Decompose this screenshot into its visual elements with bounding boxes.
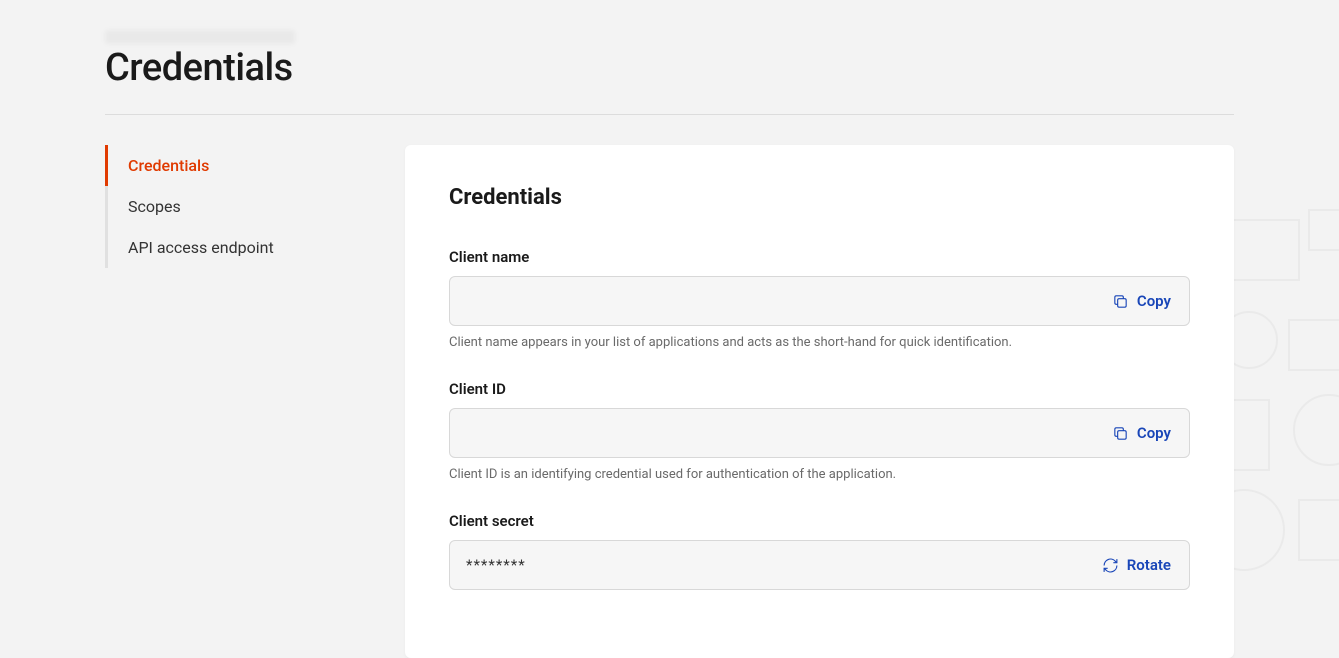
sidebar-item-label: Scopes [128, 197, 181, 216]
copy-label: Copy [1137, 292, 1171, 310]
field-client-secret: Client secret ******** Rotate [449, 512, 1190, 590]
main-card: Credentials Client name Copy Client nam [405, 145, 1234, 658]
field-label: Client name [449, 248, 1190, 266]
copy-label: Copy [1137, 424, 1171, 442]
page-title: Credentials [105, 46, 1234, 90]
section-title: Credentials [449, 185, 1190, 210]
field-help: Client ID is an identifying credential u… [449, 466, 1190, 484]
field-help: Client name appears in your list of appl… [449, 334, 1190, 352]
breadcrumb [105, 30, 295, 44]
copy-client-name-button[interactable]: Copy [1110, 288, 1173, 314]
sidebar-item-credentials[interactable]: Credentials [105, 145, 375, 186]
rotate-secret-button[interactable]: Rotate [1100, 552, 1173, 578]
sidebar: Credentials Scopes API access endpoint [105, 145, 375, 658]
field-client-name: Client name Copy Client name appears in … [449, 248, 1190, 352]
rotate-icon [1102, 557, 1119, 574]
sidebar-item-api-access-endpoint[interactable]: API access endpoint [105, 227, 375, 268]
client-secret-value: ******** [466, 556, 1100, 574]
sidebar-item-label: API access endpoint [128, 238, 274, 257]
sidebar-item-label: Credentials [128, 156, 209, 175]
field-row: Copy [449, 408, 1190, 458]
divider [105, 114, 1234, 115]
field-row: ******** Rotate [449, 540, 1190, 590]
field-row: Copy [449, 276, 1190, 326]
copy-client-id-button[interactable]: Copy [1110, 420, 1173, 446]
field-client-id: Client ID Copy Client ID is an identifyi… [449, 380, 1190, 484]
field-label: Client ID [449, 380, 1190, 398]
rotate-label: Rotate [1127, 556, 1171, 574]
copy-icon [1112, 293, 1129, 310]
field-label: Client secret [449, 512, 1190, 530]
copy-icon [1112, 425, 1129, 442]
sidebar-item-scopes[interactable]: Scopes [105, 186, 375, 227]
